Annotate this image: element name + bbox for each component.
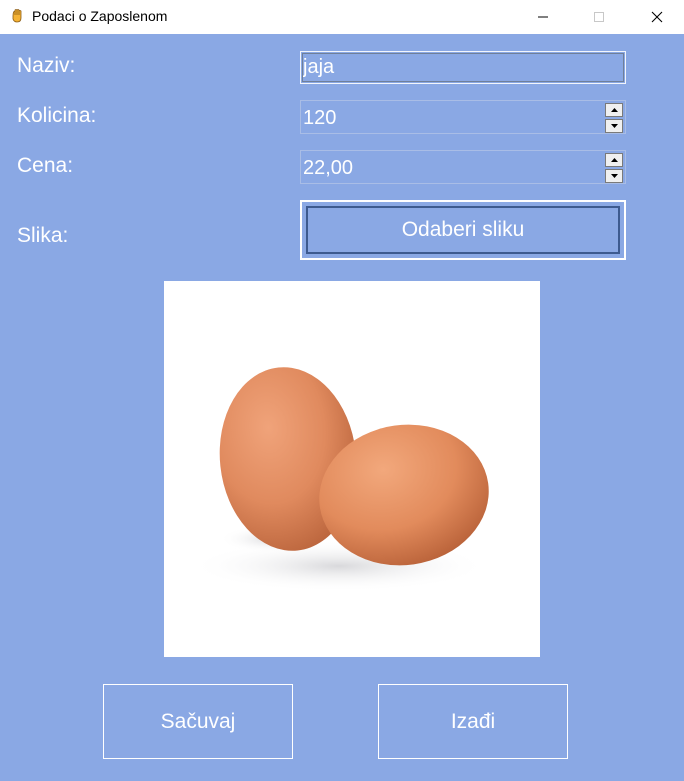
form-body: Naziv: jaja Kolicina: 120 Cena: 22,00 Sl… — [0, 34, 684, 781]
minimize-button[interactable] — [520, 0, 566, 34]
title-bar: Podaci o Zaposlenom — [0, 0, 684, 34]
name-label: Naziv: — [17, 54, 76, 77]
eggs-image — [164, 281, 540, 657]
choose-image-button-label: Odaberi sliku — [401, 218, 525, 241]
price-decrement-button[interactable] — [605, 169, 623, 183]
close-icon — [651, 11, 663, 23]
arrow-down-icon — [610, 174, 618, 178]
price-stepper[interactable]: 22,00 — [300, 150, 626, 184]
name-field[interactable]: jaja — [300, 51, 626, 84]
save-button-label: Sačuvaj — [160, 709, 236, 733]
image-label: Slika: — [17, 224, 69, 247]
arrow-up-icon — [610, 108, 618, 112]
price-label: Cena: — [17, 154, 74, 177]
price-spinner — [605, 153, 623, 183]
quantity-label: Kolicina: — [17, 104, 97, 127]
arrow-up-icon — [610, 158, 618, 162]
hand-icon — [12, 9, 22, 23]
close-button[interactable] — [634, 0, 680, 34]
product-picture — [164, 281, 540, 657]
choose-image-button-focus: Odaberi sliku — [306, 206, 620, 254]
quantity-stepper[interactable]: 120 — [300, 100, 626, 134]
quantity-value: 120 — [303, 107, 337, 129]
maximize-icon — [594, 12, 604, 22]
quantity-increment-button[interactable] — [605, 103, 623, 117]
minimize-icon — [538, 16, 548, 18]
exit-button-label: Izađi — [450, 709, 496, 733]
price-value: 22,00 — [303, 157, 354, 179]
exit-button[interactable]: Izađi — [378, 684, 568, 759]
price-increment-button[interactable] — [605, 153, 623, 167]
window-title: Podaci o Zaposlenom — [32, 8, 168, 24]
choose-image-button[interactable]: Odaberi sliku — [300, 200, 626, 260]
name-field-value: jaja — [303, 56, 335, 78]
arrow-down-icon — [610, 124, 618, 128]
save-button[interactable]: Sačuvaj — [103, 684, 293, 759]
maximize-button[interactable] — [576, 0, 622, 34]
quantity-decrement-button[interactable] — [605, 119, 623, 133]
quantity-spinner — [605, 103, 623, 133]
